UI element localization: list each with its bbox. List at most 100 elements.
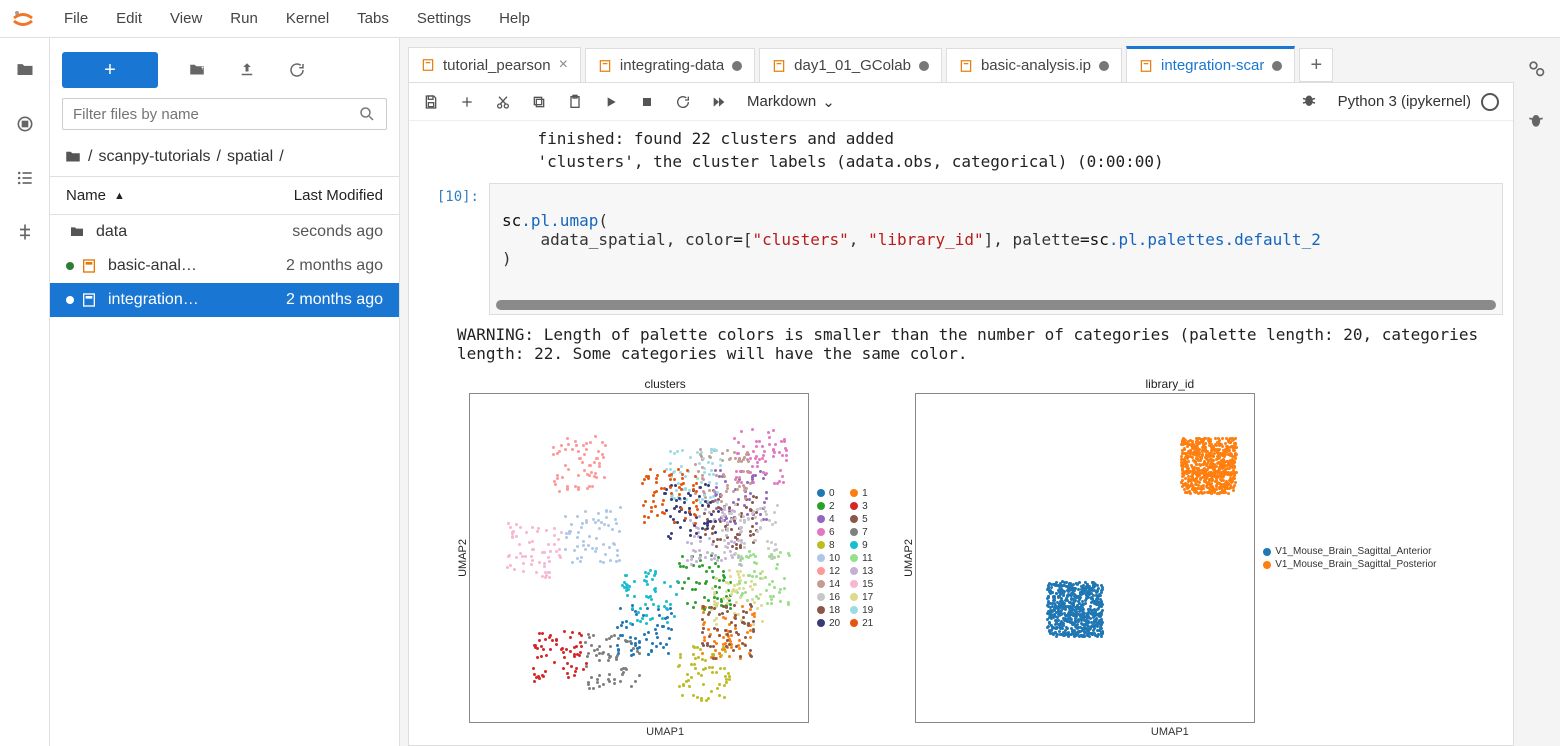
tab[interactable]: integration-scar (1126, 46, 1295, 82)
folder-icon (64, 148, 82, 166)
code-cell[interactable]: sc.pl.umap( adata_spatial, color=["clust… (489, 183, 1503, 315)
legend-item: 5 (850, 514, 873, 525)
legend-item: 11 (850, 553, 873, 564)
paste-icon[interactable] (567, 94, 583, 110)
svg-text:+: + (201, 65, 205, 72)
legend-item: 10 (817, 553, 840, 564)
tab[interactable]: basic-analysis.ip (946, 48, 1122, 82)
cut-icon[interactable] (495, 94, 511, 110)
menu-file[interactable]: File (50, 4, 102, 33)
tab[interactable]: integrating-data (585, 48, 755, 82)
tab[interactable]: day1_01_GColab (759, 48, 942, 82)
new-launcher-button[interactable]: + (62, 52, 158, 88)
tab-bar: tutorial_pearson×integrating-dataday1_01… (408, 46, 1514, 82)
upload-icon[interactable] (236, 59, 258, 81)
legend-item: 13 (850, 566, 873, 577)
warning-output: WARNING: Length of palette colors is sma… (409, 315, 1513, 369)
filter-input[interactable] (73, 106, 358, 123)
notebook-toolbar: Markdown⌄ Python 3 (ipykernel) (409, 83, 1513, 121)
cell-prompt: [10]: (409, 183, 489, 315)
unsaved-dot-icon (919, 61, 929, 71)
menu-settings[interactable]: Settings (403, 4, 485, 33)
legend-item: V1_Mouse_Brain_Sagittal_Posterior (1263, 559, 1436, 570)
kernel-status-icon (1481, 93, 1499, 111)
legend-item: 12 (817, 566, 840, 577)
stop-icon[interactable] (639, 94, 655, 110)
notebook-body[interactable]: finished: found 22 clusters and added 'c… (409, 121, 1513, 745)
file-row[interactable]: integration…2 months ago (50, 283, 399, 317)
restart-icon[interactable] (675, 94, 691, 110)
running-icon[interactable] (13, 112, 37, 136)
folder-icon[interactable] (13, 58, 37, 82)
file-row[interactable]: dataseconds ago (50, 215, 399, 249)
file-row[interactable]: basic-anal…2 months ago (50, 249, 399, 283)
legend-item: 6 (817, 527, 840, 538)
notebook-icon (1139, 59, 1153, 73)
menubar: FileEditViewRunKernelTabsSettingsHelp (0, 0, 1560, 38)
legend-item: 7 (850, 527, 873, 538)
left-iconbar (0, 38, 50, 746)
save-icon[interactable] (423, 94, 439, 110)
legend-item: 21 (850, 618, 873, 629)
legend-item: 18 (817, 605, 840, 616)
debugger-icon[interactable] (1300, 91, 1318, 112)
run-icon[interactable] (603, 94, 619, 110)
legend-item: 20 (817, 618, 840, 629)
celltype-dropdown[interactable]: Markdown⌄ (747, 93, 835, 111)
unsaved-dot-icon (1099, 61, 1109, 71)
notebook-icon (959, 59, 973, 73)
tab[interactable]: tutorial_pearson× (408, 47, 581, 82)
legend-item: 17 (850, 592, 873, 603)
menu-view[interactable]: View (156, 4, 216, 33)
notebook-icon (772, 59, 786, 73)
refresh-icon[interactable] (286, 59, 308, 81)
horizontal-scrollbar[interactable] (496, 300, 1496, 310)
kernel-name[interactable]: Python 3 (ipykernel) (1338, 93, 1499, 111)
menu-run[interactable]: Run (216, 4, 272, 33)
notebook-icon (421, 58, 435, 72)
legend-item: 19 (850, 605, 873, 616)
legend-item: 16 (817, 592, 840, 603)
debug-panel-icon[interactable] (1526, 110, 1548, 132)
breadcrumb[interactable]: / scanpy-tutorials / spatial / (50, 140, 399, 177)
legend-item: 8 (817, 540, 840, 551)
legend-item: 4 (817, 514, 840, 525)
jupyter-logo (8, 4, 38, 34)
menu-kernel[interactable]: Kernel (272, 4, 343, 33)
legend-item: 15 (850, 579, 873, 590)
modified-col-header[interactable]: Last Modified (294, 187, 383, 204)
menu-edit[interactable]: Edit (102, 4, 156, 33)
chevron-down-icon: ⌄ (822, 93, 835, 111)
search-icon (358, 105, 376, 123)
run-all-icon[interactable] (711, 94, 727, 110)
output-text: 'clusters', the cluster labels (adata.ob… (409, 150, 1513, 173)
toc-icon[interactable] (13, 166, 37, 190)
copy-icon[interactable] (531, 94, 547, 110)
legend-item: 9 (850, 540, 873, 551)
new-folder-icon[interactable]: + (186, 59, 208, 81)
extensions-icon[interactable] (13, 220, 37, 244)
sort-asc-icon: ▲ (114, 190, 125, 202)
output-text: finished: found 22 clusters and added (409, 127, 1513, 150)
unsaved-dot-icon (732, 61, 742, 71)
legend-item: 2 (817, 501, 840, 512)
notebook-icon (598, 59, 612, 73)
right-iconbar (1514, 38, 1560, 746)
legend-item: 1 (850, 488, 873, 499)
menu-tabs[interactable]: Tabs (343, 4, 403, 33)
legend-item: 3 (850, 501, 873, 512)
filter-wrap (62, 98, 387, 130)
property-inspector-icon[interactable] (1526, 58, 1548, 80)
legend-item: 0 (817, 488, 840, 499)
menu-help[interactable]: Help (485, 4, 544, 33)
add-tab-button[interactable]: + (1299, 48, 1333, 82)
file-browser: + + / scanpy-tutorials / spatial / (50, 38, 400, 746)
close-icon[interactable]: × (559, 56, 568, 74)
name-col-header[interactable]: Name▲ (66, 187, 294, 204)
add-cell-icon[interactable] (459, 94, 475, 110)
unsaved-dot-icon (1272, 61, 1282, 71)
umap-clusters-plot: clusters UMAP2 0123456789101112131415161… (457, 377, 873, 738)
umap-library-plot: library_id UMAP2 V1_Mouse_Brain_Sagittal… (903, 377, 1436, 738)
legend-item: 14 (817, 579, 840, 590)
legend-item: V1_Mouse_Brain_Sagittal_Anterior (1263, 546, 1436, 557)
